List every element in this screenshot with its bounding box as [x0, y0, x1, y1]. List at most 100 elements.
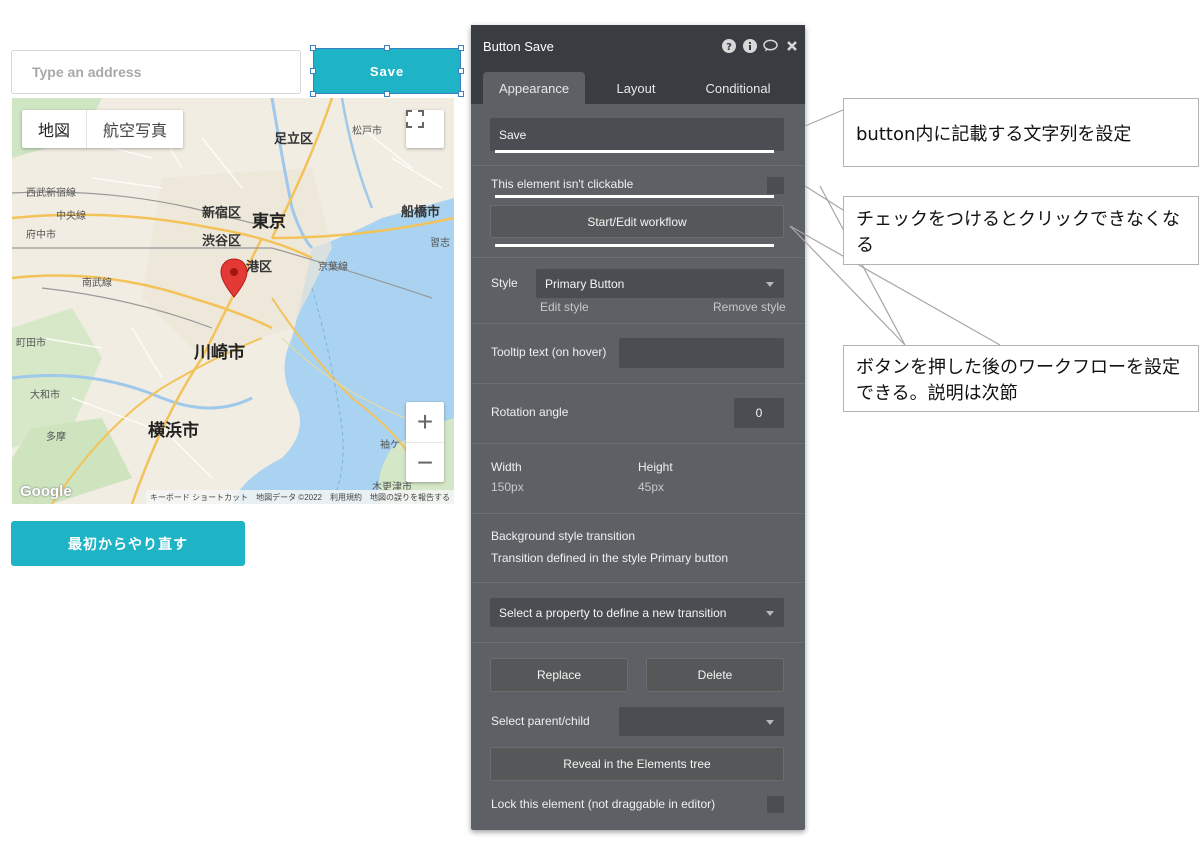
- map-label-yokohama: 横浜市: [148, 421, 199, 441]
- info-icon[interactable]: [742, 38, 757, 53]
- remove-style-link[interactable]: Remove style: [713, 300, 786, 314]
- transition-select-placeholder: Select a property to define a new transi…: [499, 605, 727, 620]
- map-type-map[interactable]: 地図: [22, 110, 86, 148]
- selection-handle[interactable]: [458, 45, 464, 51]
- attribution-terms[interactable]: 利用規約: [330, 492, 362, 503]
- callout-clickable-label: チェックをつけるとクリックできなくなる: [856, 208, 1180, 256]
- map-label-seibu: 西武新宿線: [26, 188, 76, 199]
- divider: [471, 443, 805, 444]
- property-editor-panel: Button Save ? Appearance Layout Conditio…: [471, 25, 805, 830]
- map-label-nambu: 南武線: [82, 278, 112, 289]
- selection-handle[interactable]: [458, 91, 464, 97]
- zoom-in-button[interactable]: +: [406, 402, 444, 442]
- tooltip-input[interactable]: [619, 338, 784, 368]
- map-type-control: 地図 航空写真: [22, 110, 184, 148]
- parent-child-label: Select parent/child: [491, 714, 590, 728]
- chevron-down-icon: [766, 281, 774, 287]
- style-select-value: Primary Button: [545, 276, 625, 291]
- save-button[interactable]: Save: [313, 48, 461, 94]
- selection-handle[interactable]: [384, 91, 390, 97]
- edit-style-link[interactable]: Edit style: [540, 300, 589, 314]
- map-label-kawasaki: 川崎市: [194, 343, 245, 363]
- divider: [471, 642, 805, 643]
- lock-element-checkbox[interactable]: [767, 796, 784, 813]
- style-label: Style: [491, 276, 518, 290]
- fullscreen-button[interactable]: [406, 110, 444, 148]
- map-label-adachi: 足立区: [274, 132, 314, 147]
- divider: [471, 257, 805, 258]
- map-label-keiyo: 京葉線: [318, 262, 348, 273]
- fullscreen-icon: [406, 110, 424, 128]
- callout-button-text: button内に記載する文字列を設定: [843, 98, 1199, 167]
- map-label-tama: 多摩: [46, 432, 66, 443]
- restart-button[interactable]: 最初からやり直す: [11, 521, 245, 566]
- map-label-yamato: 大和市: [30, 390, 60, 401]
- close-icon[interactable]: [784, 38, 799, 53]
- selection-handle[interactable]: [458, 68, 464, 74]
- map-label-chuosen: 中央線: [56, 211, 86, 222]
- tab-layout[interactable]: Layout: [585, 72, 687, 104]
- help-icon[interactable]: ?: [721, 38, 736, 53]
- panel-header: Button Save ?: [471, 25, 805, 67]
- panel-tabs: Appearance Layout Conditional: [471, 67, 805, 104]
- map-type-satellite[interactable]: 航空写真: [86, 110, 183, 148]
- map-label-shibuya: 渋谷区: [202, 234, 242, 249]
- tab-appearance[interactable]: Appearance: [483, 72, 585, 104]
- callout-workflow-line2: できる。説明は次節: [856, 382, 1018, 404]
- height-value[interactable]: 45px: [638, 480, 664, 494]
- selection-handle[interactable]: [310, 45, 316, 51]
- tab-conditional[interactable]: Conditional: [687, 72, 789, 104]
- style-select[interactable]: Primary Button: [536, 269, 784, 298]
- chevron-down-icon: [766, 610, 774, 616]
- attribution-report[interactable]: 地図の誤りを報告する: [370, 492, 450, 503]
- map-label-matsudo: 松戸市: [352, 126, 382, 137]
- highlight-underline: [495, 150, 774, 153]
- map-label-minato: 港区: [246, 260, 273, 275]
- replace-button[interactable]: Replace: [490, 658, 628, 692]
- map-attribution: キーボード ショートカット 地図データ ©2022 利用規約 地図の誤りを報告す…: [145, 490, 454, 504]
- transition-description: Transition defined in the style Primary …: [491, 551, 729, 565]
- width-label: Width: [491, 460, 522, 474]
- address-input[interactable]: [11, 50, 301, 94]
- zoom-out-button[interactable]: −: [406, 442, 444, 482]
- transition-property-select[interactable]: Select a property to define a new transi…: [490, 598, 784, 627]
- rotation-label: Rotation angle: [491, 405, 569, 419]
- width-value[interactable]: 150px: [491, 480, 524, 494]
- button-text-field[interactable]: Save: [490, 118, 784, 151]
- delete-button[interactable]: Delete: [646, 658, 784, 692]
- callout-button-text-label: button内に記載する文字列を設定: [856, 123, 1132, 145]
- map-label-funabashi: 船橋市: [401, 205, 441, 220]
- selection-handle[interactable]: [310, 68, 316, 74]
- highlight-underline: [495, 244, 774, 247]
- tooltip-label: Tooltip text (on hover): [491, 345, 607, 359]
- attribution-shortcuts[interactable]: キーボード ショートカット: [150, 492, 248, 503]
- zoom-control: + −: [406, 402, 444, 482]
- selection-handle[interactable]: [384, 45, 390, 51]
- transition-title: Background style transition: [491, 529, 636, 543]
- reveal-elements-tree-button[interactable]: Reveal in the Elements tree: [490, 747, 784, 781]
- attribution-data: 地図データ ©2022: [256, 492, 322, 502]
- svg-text:?: ?: [726, 42, 732, 53]
- map-label-machida: 町田市: [16, 338, 46, 349]
- parent-child-select[interactable]: [619, 707, 784, 736]
- comment-icon[interactable]: [763, 38, 778, 53]
- divider: [471, 165, 805, 166]
- rotation-input[interactable]: 0: [734, 398, 784, 428]
- chevron-down-icon: [766, 719, 774, 725]
- divider: [471, 582, 805, 583]
- map-label-tokyo: 東京: [252, 212, 286, 232]
- map-label-sodegaura: 袖ケ: [380, 440, 400, 451]
- selection-handle[interactable]: [310, 91, 316, 97]
- not-clickable-checkbox[interactable]: [767, 177, 784, 194]
- map-label-narashino: 習志: [430, 238, 450, 249]
- map-label-fuchu: 府中市: [26, 230, 56, 241]
- not-clickable-label: This element isn't clickable: [491, 177, 634, 191]
- google-logo: Google: [20, 483, 72, 500]
- lock-element-label: Lock this element (not draggable in edit…: [491, 797, 716, 811]
- callout-workflow: ボタンを押した後のワークフローを設定 できる。説明は次節: [843, 345, 1199, 412]
- callout-clickable: チェックをつけるとクリックできなくなる: [843, 196, 1199, 265]
- start-edit-workflow-button[interactable]: Start/Edit workflow: [490, 205, 784, 238]
- map-view[interactable]: 地図 航空写真 足立区 松戸市 西武新宿線 中央線 新宿区 東京 船橋市 府中市…: [12, 98, 454, 504]
- divider: [471, 323, 805, 324]
- map-pin-icon[interactable]: [220, 258, 248, 298]
